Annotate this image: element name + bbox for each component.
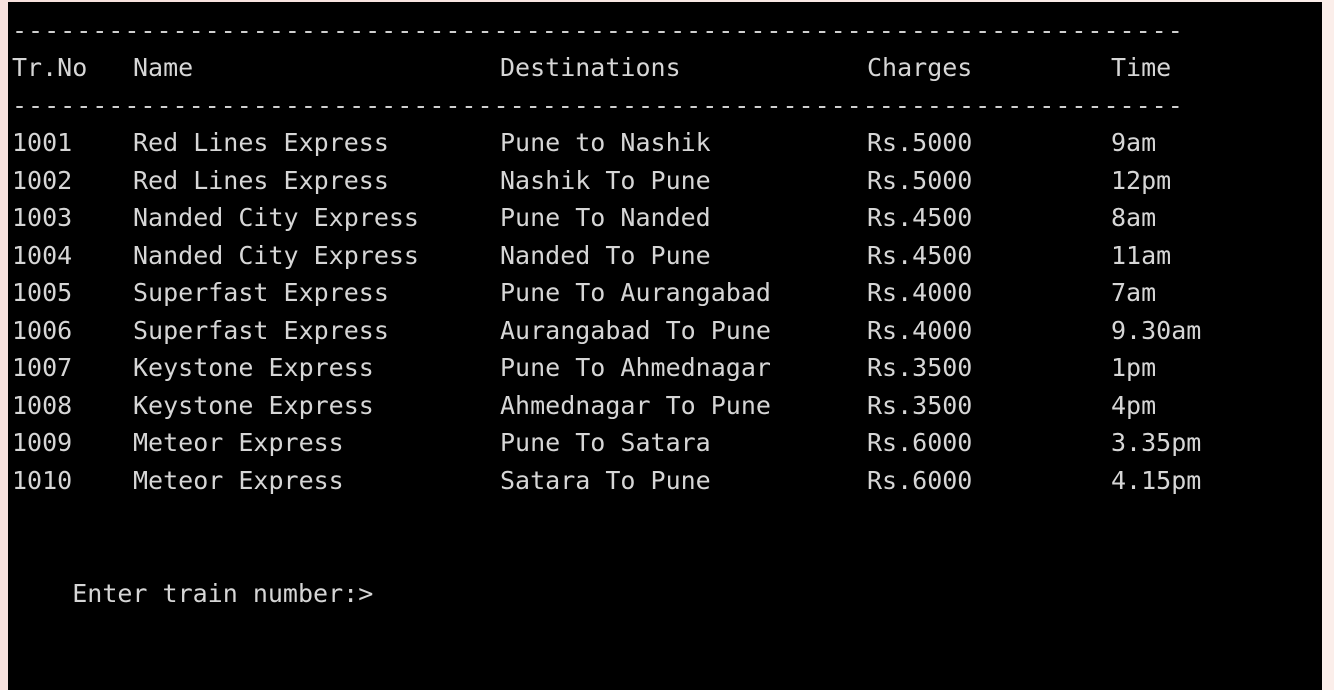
table-row: 1001 Red Lines Express Pune to Nashik Rs.50… — [12, 124, 1312, 162]
time-cell: 1pm — [1111, 353, 1157, 382]
time-cell: 11am — [1111, 240, 1172, 270]
time-cell: 7am — [1111, 278, 1157, 307]
header-charges: Charges — [867, 53, 973, 82]
destination-cell: Aurangabad To Pune — [500, 315, 771, 345]
time-cell: 3.35pm — [1111, 428, 1202, 457]
train-name-cell: Red Lines Express — [133, 165, 389, 195]
table-header: Tr.No Name Destinations Charges Time — [12, 49, 1312, 87]
train-name-cell: Nanded City Express — [133, 203, 419, 232]
train-name-cell: Red Lines Express — [133, 128, 389, 157]
destination-cell: Nanded To Pune — [500, 240, 711, 270]
charges-cell: Rs.4500 — [867, 203, 973, 232]
table-row: 1003 Nanded City Express Pune To Nanded Rs.… — [12, 199, 1312, 237]
separator-bottom: ----------------------------------------… — [12, 91, 1188, 120]
train-number-cell: 1005 — [12, 278, 73, 307]
charges-cell: Rs.4000 — [867, 278, 973, 307]
table-row: 1009 Meteor Express Pune To Satara Rs.6000 3… — [12, 424, 1312, 462]
console-window[interactable]: ----------------------------------------… — [8, 2, 1322, 690]
train-number-cell: 1009 — [12, 428, 73, 457]
time-cell: 9am — [1111, 128, 1157, 157]
train-name-cell: Nanded City Express — [133, 240, 419, 270]
prompt-text: Enter train number:> — [72, 578, 374, 608]
table-row: 1005 Superfast Express Pune To Aurangabad R… — [12, 274, 1312, 312]
train-number-cell: 1010 — [12, 465, 73, 495]
charges-cell: Rs.4500 — [867, 240, 973, 270]
charges-cell: Rs.6000 — [867, 465, 973, 495]
time-cell: 9.30am — [1111, 315, 1202, 345]
charges-cell: Rs.5000 — [867, 165, 973, 195]
table-row: 1010 Meteor Express Satara To Pune Rs.6000 4… — [12, 462, 1312, 500]
time-cell: 8am — [1111, 203, 1157, 232]
charges-cell: Rs.3500 — [867, 353, 973, 382]
train-name-cell: Keystone Express — [133, 390, 374, 420]
train-number-cell: 1002 — [12, 165, 73, 195]
header-name: Name — [133, 53, 194, 82]
train-number-cell: 1004 — [12, 240, 73, 270]
separator-top: ----------------------------------------… — [12, 16, 1188, 45]
train-name-cell: Superfast Express — [133, 315, 389, 345]
train-number-cell: 1006 — [12, 315, 73, 345]
train-name-cell: Superfast Express — [133, 278, 389, 307]
charges-cell: Rs.4000 — [867, 315, 973, 345]
table-row: 1002 Red Lines Express Nashik To Pune Rs.50… — [12, 162, 1312, 200]
train-number-cell: 1007 — [12, 353, 73, 382]
time-cell: 4.15pm — [1111, 465, 1202, 495]
destination-cell: Satara To Pune — [500, 465, 711, 495]
train-number-cell: 1001 — [12, 128, 73, 157]
time-cell: 4pm — [1111, 390, 1157, 420]
time-cell: 12pm — [1111, 165, 1172, 195]
header-time: Time — [1111, 53, 1172, 82]
destination-cell: Pune To Nanded — [500, 203, 711, 232]
table-row: 1008 Keystone Express Ahmednagar To Pune Rs… — [12, 387, 1312, 425]
train-name-cell: Meteor Express — [133, 465, 344, 495]
destination-cell: Pune To Aurangabad — [500, 278, 771, 307]
table-row: 1006 Superfast Express Aurangabad To Pune R… — [12, 312, 1312, 350]
charges-cell: Rs.5000 — [867, 128, 973, 157]
input-prompt[interactable]: Enter train number:> — [12, 537, 374, 608]
destination-cell: Pune to Nashik — [500, 128, 711, 157]
destination-cell: Ahmednagar To Pune — [500, 390, 771, 420]
table-row: 1007 Keystone Express Pune To Ahmednagar Rs… — [12, 349, 1312, 387]
table-row: 1004 Nanded City Express Nanded To Pune Rs.… — [12, 237, 1312, 275]
header-train-number: Tr.No — [12, 53, 88, 82]
charges-cell: Rs.6000 — [867, 428, 973, 457]
charges-cell: Rs.3500 — [867, 390, 973, 420]
train-number-cell: 1008 — [12, 390, 73, 420]
destination-cell: Nashik To Pune — [500, 165, 711, 195]
train-name-cell: Meteor Express — [133, 428, 344, 457]
train-number-cell: 1003 — [12, 203, 73, 232]
destination-cell: Pune To Satara — [500, 428, 711, 457]
header-destinations: Destinations — [500, 53, 681, 82]
train-name-cell: Keystone Express — [133, 353, 374, 382]
destination-cell: Pune To Ahmednagar — [500, 353, 771, 382]
